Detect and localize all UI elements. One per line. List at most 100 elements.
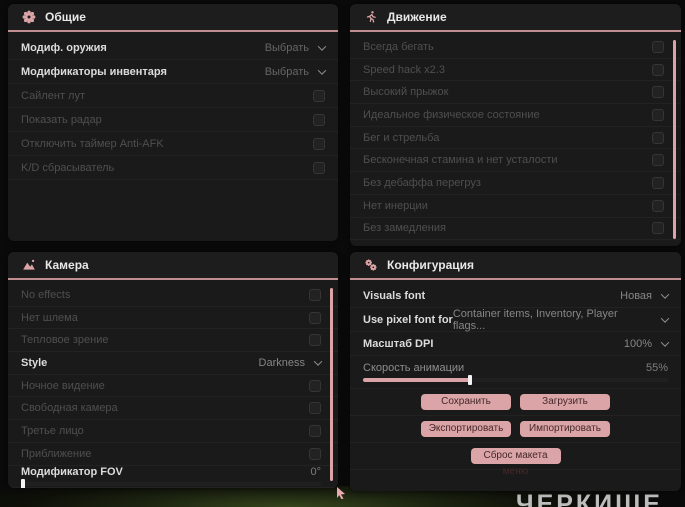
action-button[interactable]: Сброс макета меню xyxy=(470,448,561,477)
panel-camera-header[interactable]: Камера xyxy=(8,252,338,280)
action-button[interactable]: Загрузить xyxy=(520,394,610,410)
row-label: Всегда бегать xyxy=(363,40,434,53)
checkbox[interactable] xyxy=(652,222,664,235)
dropdown-value: Новая xyxy=(620,289,652,302)
checkbox[interactable] xyxy=(652,86,664,99)
row-label: Высокий прыжок xyxy=(363,86,449,99)
row-label: No effects xyxy=(21,288,71,301)
row-label: Бег и стрельба xyxy=(363,131,440,144)
button-row: Сохранить Загрузить xyxy=(350,389,681,416)
row-checkbox: Тепловое зрение xyxy=(8,329,338,353)
row-label: Масштаб DPI xyxy=(363,337,434,350)
row-label: Style xyxy=(21,356,48,369)
dropdown-value: Container items, Inventory, Player flags… xyxy=(452,307,618,332)
checkbox[interactable] xyxy=(309,334,321,347)
row-label: Нет инерции xyxy=(363,199,428,212)
row-label: Показать радар xyxy=(21,113,102,126)
slider-label-row: Скорость анимации 55% xyxy=(363,362,668,374)
checkbox[interactable] xyxy=(309,447,321,460)
row-checkbox: Без дебаффа перегруз xyxy=(350,172,681,195)
row-label: Модиф. оружия xyxy=(21,41,107,54)
checkbox[interactable] xyxy=(313,137,325,150)
row-label: Скорость анимации xyxy=(363,362,465,374)
checkbox[interactable] xyxy=(652,131,664,144)
checkbox[interactable] xyxy=(652,199,664,212)
checkbox[interactable] xyxy=(652,63,664,76)
checkbox[interactable] xyxy=(309,311,321,324)
row-checkbox: Ночное видение xyxy=(8,375,338,398)
checkbox[interactable] xyxy=(313,161,325,174)
runner-icon xyxy=(364,10,378,24)
checkbox[interactable] xyxy=(309,402,321,415)
row-label: Свободная камера xyxy=(21,402,118,415)
scrollbar[interactable] xyxy=(673,40,676,239)
panel-config: Конфигурация Visuals font Новая Use pixel … xyxy=(350,252,681,491)
row-checkbox: Идеальное физическое состояние xyxy=(350,104,681,127)
mouse-cursor xyxy=(337,487,345,499)
checkbox[interactable] xyxy=(652,108,664,121)
row-checkbox: Свободная камера xyxy=(8,397,338,421)
row-label: Без дебаффа перегруз xyxy=(363,176,481,189)
slider-handle[interactable] xyxy=(467,375,472,385)
checkbox[interactable] xyxy=(309,424,321,437)
checkbox[interactable] xyxy=(313,113,325,126)
panel-config-header[interactable]: Конфигурация xyxy=(350,252,681,280)
checkbox[interactable] xyxy=(313,89,325,102)
action-button[interactable]: Сохранить xyxy=(421,394,511,410)
checkbox[interactable] xyxy=(652,154,664,167)
row-checkbox: No effects xyxy=(8,284,338,307)
slider-handle[interactable] xyxy=(21,479,25,488)
panel-title: Конфигурация xyxy=(387,258,475,272)
row-label: Идеальное физическое состояние xyxy=(363,108,540,121)
dropdown[interactable]: Выбрать xyxy=(264,41,327,54)
chevron-down-icon xyxy=(660,289,670,299)
row-label: Бесконечная стамина и нет усталости xyxy=(363,154,558,167)
row-label: Отключить таймер Anti-AFK xyxy=(21,137,164,150)
button-row: Экспортировать Импортировать xyxy=(350,416,681,443)
row-label: Нет шлема xyxy=(21,311,78,324)
row-label: Модификатор FOV xyxy=(21,466,123,479)
chevron-down-icon xyxy=(660,313,670,323)
watermark-text: ЧЕРКИШЕ xyxy=(516,492,663,507)
chevron-down-icon xyxy=(317,41,327,51)
image-icon xyxy=(22,258,36,272)
dropdown[interactable]: Новая xyxy=(620,289,670,302)
dropdown[interactable]: Container items, Inventory, Player flags… xyxy=(452,307,670,332)
row-label: Модификаторы инвентаря xyxy=(21,65,167,78)
slider-track[interactable] xyxy=(21,479,321,488)
panel-general-header[interactable]: Общие xyxy=(8,4,338,32)
dropdown[interactable]: Darkness xyxy=(259,357,323,369)
checkbox[interactable] xyxy=(652,176,664,189)
panel-title: Общие xyxy=(45,10,86,24)
dropdown[interactable]: Выбрать xyxy=(265,66,327,78)
dropdown[interactable]: 100% xyxy=(623,337,670,350)
slider-value: 55% xyxy=(645,362,668,374)
checkbox[interactable] xyxy=(652,40,664,53)
panel-movement: Движение Всегда бегать Speed hack x2.3 Выс… xyxy=(350,4,681,246)
checkbox[interactable] xyxy=(309,288,321,301)
row-checkbox: Нет шлема xyxy=(8,307,338,330)
row-checkbox: Бег и стрельба xyxy=(350,127,681,150)
row-label: Speed hack x2.3 xyxy=(363,63,445,76)
action-button[interactable]: Импортировать xyxy=(520,421,610,437)
panel-movement-header[interactable]: Движение xyxy=(350,4,681,32)
dropdown-value: Выбрать xyxy=(264,41,309,54)
row-label: K/D сбрасыватель xyxy=(21,161,115,174)
row-checkbox: Бесконечная стамина и нет усталости xyxy=(350,149,681,173)
checkbox[interactable] xyxy=(309,379,321,392)
row-checkbox: Speed hack x2.3 xyxy=(350,59,681,82)
action-button[interactable]: Экспортировать xyxy=(421,421,511,437)
row-label: Приближение xyxy=(21,447,92,460)
dropdown-value: 100% xyxy=(623,337,652,350)
gear-icon xyxy=(22,10,36,24)
scrollbar[interactable] xyxy=(330,288,333,481)
gears-icon xyxy=(364,258,378,272)
panel-title: Камера xyxy=(45,258,89,272)
row-label: Без замедления xyxy=(363,222,446,235)
row-dropdown: Style Darkness xyxy=(8,352,338,375)
slider-track[interactable] xyxy=(363,375,668,385)
row-label: Третье лицо xyxy=(21,424,84,437)
row-dropdown: Visuals font Новая xyxy=(350,284,681,308)
row-label: Тепловое зрение xyxy=(21,334,109,347)
row-checkbox: Отключить таймер Anti-AFK xyxy=(8,132,338,156)
